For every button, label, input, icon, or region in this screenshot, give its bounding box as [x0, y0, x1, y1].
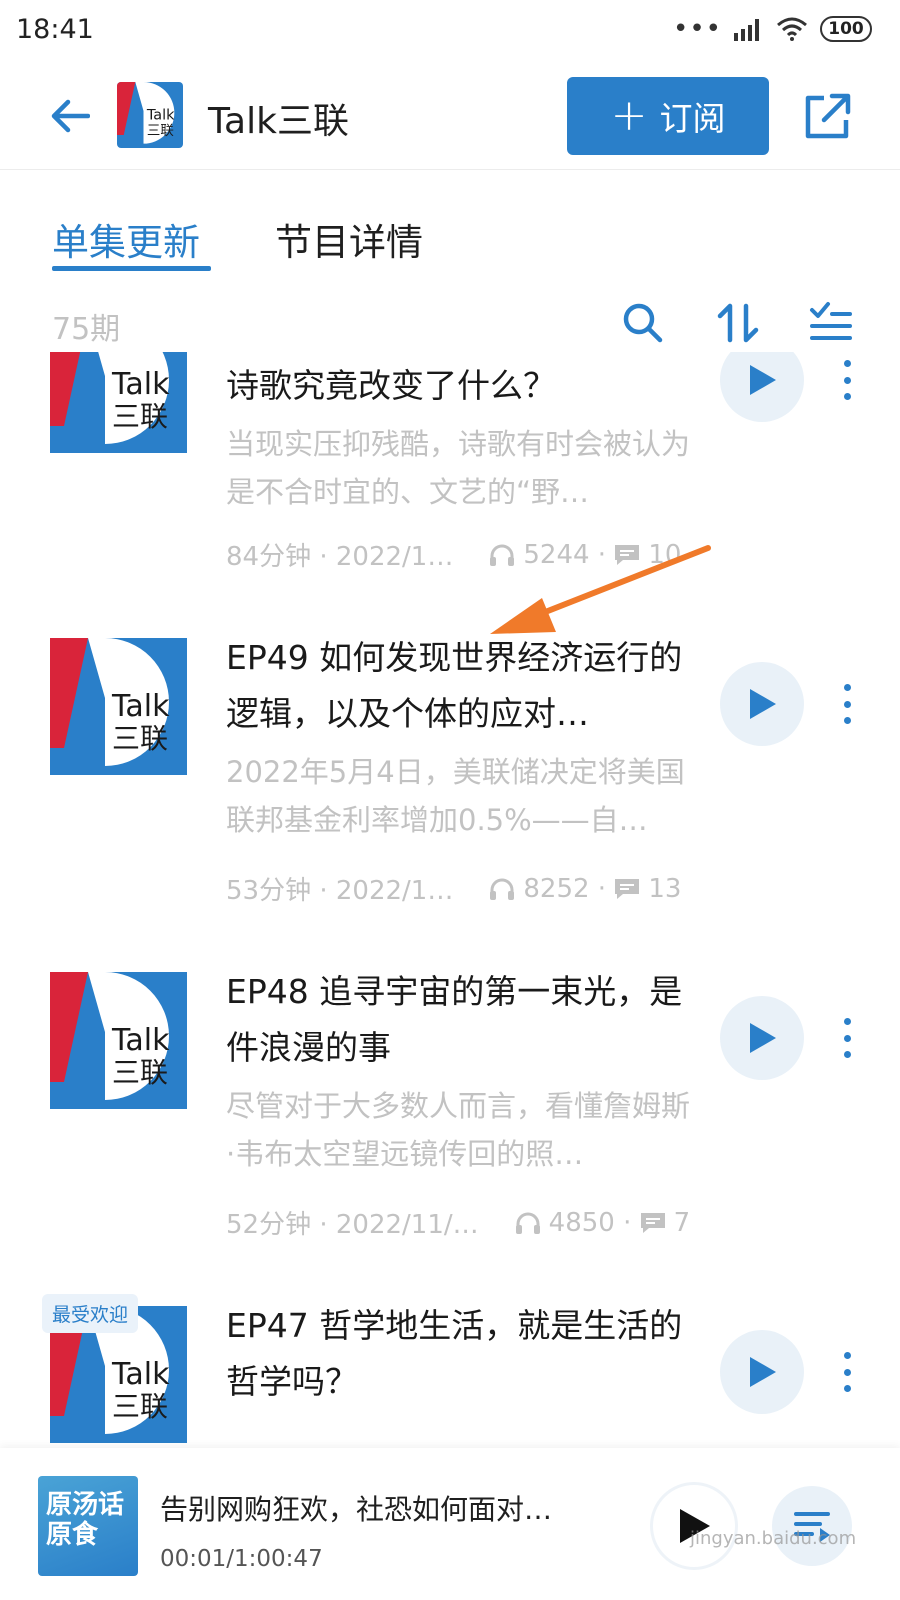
episode-count: 75期 [52, 312, 121, 347]
comment-icon [615, 878, 640, 899]
episode-meta: 52分钟 · 2022/11/… 4850 · 7 [226, 1204, 690, 1241]
tab-episodes[interactable]: 单集更新 [52, 212, 200, 266]
play-button[interactable] [720, 662, 804, 746]
signal-icon [734, 19, 759, 41]
status-bar: 18:41 ••• 100 [0, 0, 900, 62]
episode-body: EP48 追寻宇宙的第一束光，是件浪漫的事 尽管对于大多数人而言，看懂詹姆斯·韦… [226, 964, 696, 1178]
play-icon [750, 1357, 776, 1387]
svg-text:Talk: Talk [111, 1023, 170, 1058]
more-options-button[interactable] [832, 356, 862, 404]
more-notifications-icon: ••• [672, 14, 722, 44]
more-options-button[interactable] [832, 1348, 862, 1396]
search-icon[interactable] [620, 300, 666, 346]
episode-item[interactable]: 最受欢迎 Talk 三联 EP47 哲学地生活，就是生活的哲学吗？ [0, 1294, 900, 1448]
episode-comments: 13 [648, 873, 682, 904]
headphones-icon [490, 878, 515, 900]
back-button[interactable] [44, 90, 96, 142]
episode-item[interactable]: Talk 三联 EP48 追寻宇宙的第一束光，是件浪漫的事 尽管对于大多数人而言… [0, 972, 900, 1312]
episode-description: 2022年5月4日，美联储决定将美国联邦基金利率增加0.5%——自… [226, 755, 685, 837]
episode-title: 诗歌究竟改变了什么？ [226, 366, 556, 405]
episode-duration-date: 84分钟 · 2022/1… [226, 542, 454, 572]
episode-body: EP49 如何发现世界经济运行的逻辑，以及个体的应对… 2022年5月4日，美联… [226, 630, 696, 844]
episode-comments: 7 [673, 1207, 691, 1238]
most-popular-badge: 最受欢迎 [42, 1294, 139, 1333]
mini-play-button[interactable] [650, 1482, 738, 1570]
svg-text:Talk: Talk [111, 689, 170, 724]
share-button[interactable] [800, 88, 856, 144]
share-icon [805, 93, 851, 139]
active-tab-indicator [52, 266, 211, 271]
plus-icon: + [610, 90, 648, 141]
play-icon [750, 1023, 776, 1053]
mini-player[interactable]: 原汤话原食 告别网购狂欢，社恐如何面对… 00:01/1:00:47 jingy… [0, 1448, 900, 1600]
talk-sanlian-logo-icon: Talk 三联 [117, 82, 183, 148]
svg-text:三联: 三联 [112, 722, 168, 755]
annotation-arrow-icon [490, 545, 711, 634]
episode-meta: 53分钟 · 2022/1… 8252 · 13 [226, 870, 681, 907]
status-time: 18:41 [16, 14, 94, 45]
back-arrow-icon [51, 99, 90, 133]
batch-select-icon[interactable] [808, 300, 854, 346]
talk-sanlian-cover-icon: Talk 三联 [50, 638, 187, 775]
svg-text:三联: 三联 [147, 123, 174, 139]
talk-sanlian-cover-icon: Talk 三联 [50, 352, 187, 453]
tab-details[interactable]: 节目详情 [275, 212, 423, 266]
play-button[interactable] [720, 996, 804, 1080]
episode-list: Talk 三联 诗歌究竟改变了什么？ 当现实压抑残酷，诗歌有时会被认为是不合时宜… [0, 352, 900, 1448]
svg-text:Talk: Talk [146, 108, 175, 124]
episode-description: 尽管对于大多数人而言，看懂詹姆斯·韦布太空望远镜传回的照… [226, 1089, 691, 1171]
mini-player-cover: 原汤话原食 [38, 1476, 138, 1576]
episode-item[interactable]: Talk 三联 EP49 如何发现世界经济运行的逻辑，以及个体的应对… 2022… [0, 638, 900, 978]
play-icon [750, 689, 776, 719]
sort-icon[interactable] [716, 300, 762, 346]
episode-plays: 8252 [523, 873, 590, 904]
mini-player-title: 告别网购狂欢，社恐如何面对… [160, 1493, 553, 1526]
svg-text:Talk: Talk [111, 367, 170, 402]
more-options-button[interactable] [832, 1014, 862, 1062]
playlist-button[interactable] [772, 1486, 852, 1566]
talk-sanlian-cover-icon: Talk 三联 [50, 972, 187, 1109]
podcast-title: Talk三联 [208, 101, 349, 142]
subscribe-label: 订阅 [659, 99, 726, 138]
subscribe-button[interactable]: + 订阅 [567, 77, 769, 155]
episode-duration-date: 53分钟 · 2022/1… [226, 876, 454, 906]
episode-cover: Talk 三联 [50, 352, 187, 453]
tab-bar: 单集更新 节目详情 [0, 200, 900, 280]
episode-title: EP47 哲学地生活，就是生活的哲学吗？ [226, 1306, 683, 1401]
mini-cover-text: 原汤话原食 [46, 1490, 125, 1550]
svg-text:Talk: Talk [111, 1357, 170, 1392]
episode-description: 当现实压抑残酷，诗歌有时会被认为是不合时宜的、文艺的“野… [226, 427, 691, 509]
episode-item[interactable]: Talk 三联 诗歌究竟改变了什么？ 当现实压抑残酷，诗歌有时会被认为是不合时宜… [0, 352, 900, 656]
status-icons: ••• 100 [673, 16, 872, 42]
episode-duration-date: 52分钟 · 2022/11/… [226, 1210, 479, 1240]
episode-body: 诗歌究竟改变了什么？ 当现实压抑残酷，诗歌有时会被认为是不合时宜的、文艺的“野… [226, 358, 696, 516]
episode-cover: Talk 三联 [50, 638, 187, 775]
more-options-button[interactable] [832, 680, 862, 728]
svg-text:三联: 三联 [112, 400, 168, 433]
episode-title: EP48 追寻宇宙的第一束光，是件浪漫的事 [226, 972, 683, 1067]
episode-cover: Talk 三联 [50, 972, 187, 1109]
wifi-icon [777, 17, 807, 41]
battery-icon: 100 [820, 16, 872, 42]
headphones-icon [515, 1212, 540, 1234]
comment-icon [640, 1212, 665, 1233]
episode-body: EP47 哲学地生活，就是生活的哲学吗？ [226, 1298, 696, 1410]
svg-text:三联: 三联 [112, 1390, 168, 1423]
podcast-logo: Talk 三联 [117, 82, 183, 148]
svg-text:三联: 三联 [112, 1056, 168, 1089]
play-button[interactable] [720, 1330, 804, 1414]
mini-player-time: 00:01/1:00:47 [160, 1546, 323, 1572]
play-icon [750, 365, 776, 395]
episode-plays: 4850 [548, 1207, 615, 1238]
play-button[interactable] [720, 352, 804, 422]
watermark-text: jingyan.baidu.com [690, 1528, 857, 1549]
list-toolbar: 75期 [0, 296, 900, 352]
header: Talk 三联 Talk三联 + 订阅 [0, 64, 900, 170]
